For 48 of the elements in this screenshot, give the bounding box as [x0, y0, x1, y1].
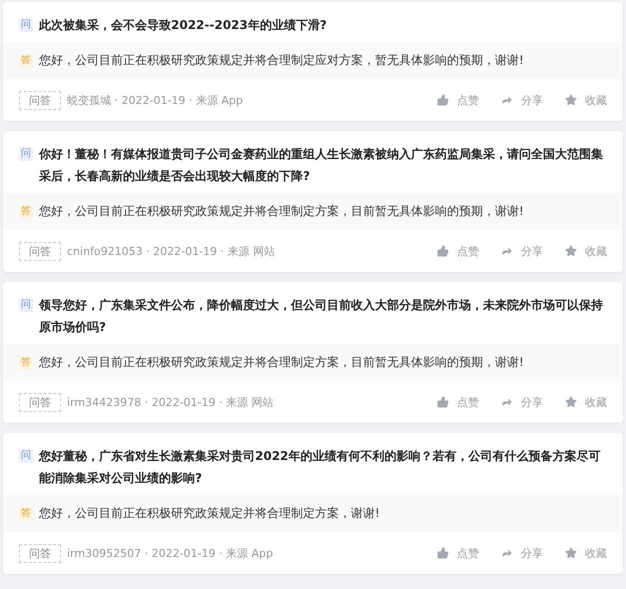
thumbs-up-icon: [437, 547, 449, 559]
answer-badge: 答: [19, 506, 33, 520]
share-icon: [501, 396, 513, 408]
share-button[interactable]: 分享: [501, 546, 543, 560]
share-button[interactable]: 分享: [501, 92, 543, 108]
answer-badge: 答: [19, 54, 33, 68]
question-text: 您好董秘，广东省对生长激素集采对贵司2022年的业绩有何不利的影响？若有，公司有什么预备方案尽可能消除集采对公司业绩的影响?: [39, 448, 602, 487]
share-button[interactable]: 分享: [501, 244, 543, 258]
category-tag: 问答: [19, 544, 61, 562]
like-button[interactable]: 点赞: [437, 394, 479, 410]
star-icon: [565, 245, 577, 257]
thumbs-up-icon: [437, 245, 449, 257]
favorite-button[interactable]: 收藏: [565, 92, 607, 108]
answer-text: 您好，公司目前正在积极研究政策规定并将合理制定应对方案，暂无具体影响的预期，谢谢!: [39, 52, 525, 69]
like-button[interactable]: 点赞: [437, 92, 479, 108]
thumbs-up-icon: [437, 396, 449, 408]
like-button[interactable]: 点赞: [437, 244, 479, 258]
favorite-button[interactable]: 收藏: [565, 394, 607, 410]
post-meta: irm30952507 · 2022-01-19 · 来源 App: [67, 546, 274, 560]
post-meta: irm34423978 · 2022-01-19 · 来源 网站: [67, 394, 274, 410]
question-badge: 问: [19, 449, 33, 463]
question-text: 此次被集采，会不会导致2022--2023年的业绩下滑?: [39, 17, 328, 34]
thumbs-up-icon: [437, 94, 449, 106]
answer-text: 您好，公司目前正在积极研究政策规定并将合理制定方案，目前暂无具体影响的预期，谢谢!: [39, 354, 525, 371]
star-icon: [565, 547, 577, 559]
post-meta: cninfo921053 · 2022-01-19 · 来源 网站: [67, 244, 276, 258]
question-badge: 问: [19, 298, 33, 312]
share-icon: [501, 94, 513, 106]
question-text: 你好！董秘！有媒体报道贵司子公司金赛药业的重组人生长激素被纳入广东药监局集采，请问全国大范围集采后，长春高新的业绩是否会出现较大幅度的下降?: [39, 146, 604, 185]
answer-badge: 答: [19, 204, 33, 218]
share-icon: [501, 245, 513, 257]
share-button[interactable]: 分享: [501, 394, 543, 410]
favorite-button[interactable]: 收藏: [565, 244, 607, 258]
category-tag: 问答: [19, 392, 61, 412]
category-tag: 问答: [19, 242, 61, 260]
post-meta: 蜕变孤城 · 2022-01-19 · 来源 App: [67, 92, 244, 108]
share-icon: [501, 547, 513, 559]
answer-badge: 答: [19, 356, 33, 370]
question-text: 领导您好，广东集采文件公布，降价幅度过大，但公司目前收入大部分是院外市场，未来院外市场可以保持原市场价吗?: [39, 297, 604, 336]
star-icon: [565, 94, 577, 106]
category-tag: 问答: [19, 90, 61, 110]
like-button[interactable]: 点赞: [437, 546, 479, 560]
question-badge: 问: [19, 18, 33, 32]
star-icon: [565, 396, 577, 408]
favorite-button[interactable]: 收藏: [565, 546, 607, 560]
answer-text: 您好，公司目前正在积极研究政策规定并将合理制定方案，目前暂无具体影响的预期，谢谢!: [39, 203, 525, 220]
question-badge: 问: [19, 147, 33, 161]
answer-text: 您好，公司目前正在积极研究政策规定并将合理制定方案，谢谢!: [39, 505, 381, 522]
